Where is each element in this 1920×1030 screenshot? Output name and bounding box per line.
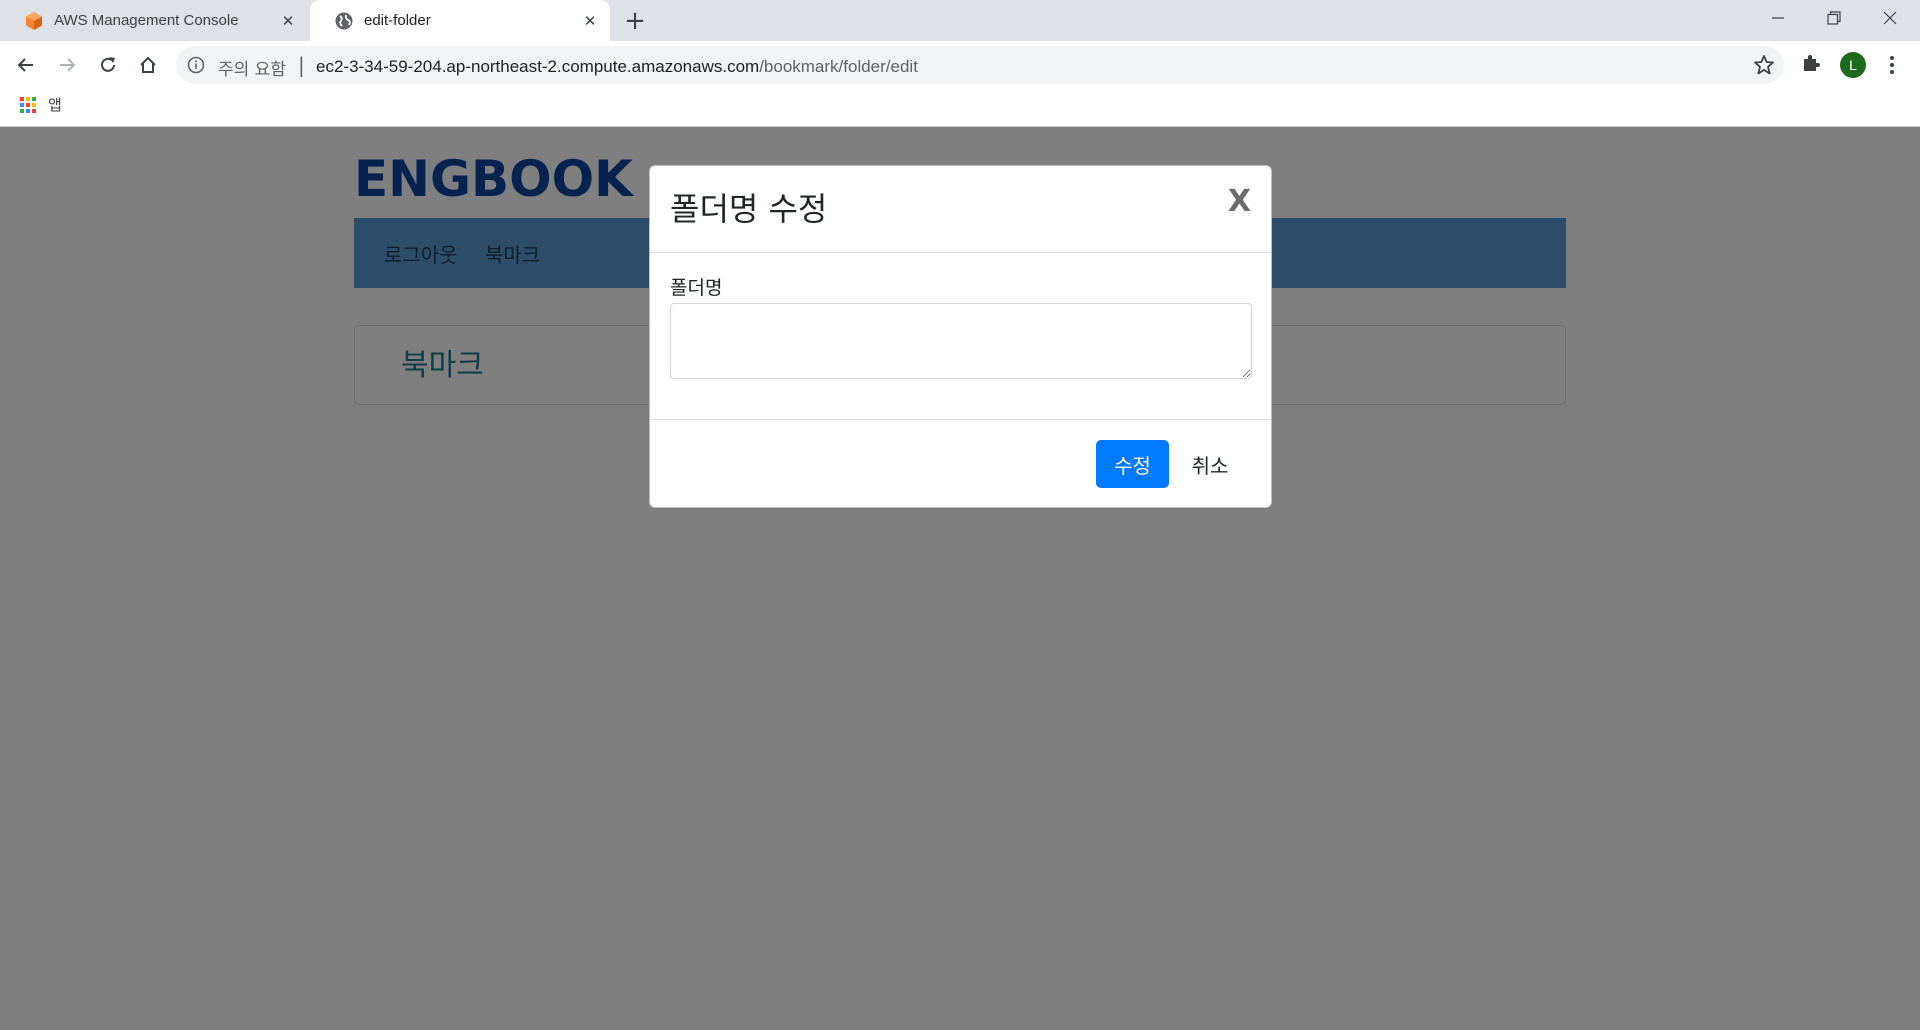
tab-close-icon[interactable]: ✕ bbox=[278, 11, 298, 31]
close-window-icon[interactable] bbox=[1862, 0, 1918, 36]
home-icon[interactable] bbox=[132, 49, 164, 81]
profile-avatar[interactable]: L bbox=[1840, 52, 1866, 78]
back-icon[interactable] bbox=[10, 49, 42, 81]
tab-aws-console[interactable]: AWS Management Console ✕ bbox=[0, 0, 308, 41]
modal-title: 폴더명 수정 bbox=[670, 190, 828, 228]
globe-icon bbox=[335, 12, 353, 29]
bookmark-star-icon[interactable] bbox=[1752, 53, 1776, 77]
tab-title: AWS Management Console bbox=[54, 12, 239, 29]
info-icon[interactable] bbox=[187, 56, 205, 74]
folder-name-label: 폴더명 bbox=[670, 277, 723, 299]
more-menu-icon[interactable] bbox=[1884, 52, 1900, 78]
url-path: /bookmark/folder/edit bbox=[759, 57, 918, 76]
cancel-button[interactable]: 취소 bbox=[1173, 440, 1247, 488]
url-text[interactable]: ec2-3-34-59-204.ap-northeast-2.compute.a… bbox=[316, 57, 918, 77]
security-warning-label[interactable]: 주의 요함 bbox=[218, 55, 286, 80]
reload-icon[interactable] bbox=[92, 49, 124, 81]
forward-icon[interactable] bbox=[51, 49, 83, 81]
submit-edit-button[interactable]: 수정 bbox=[1096, 440, 1169, 488]
apps-grid-icon[interactable] bbox=[19, 96, 37, 114]
url-host: ec2-3-34-59-204.ap-northeast-2.compute.a… bbox=[316, 57, 760, 76]
modal-header: 폴더명 수정 X bbox=[650, 166, 1271, 253]
folder-name-input[interactable] bbox=[670, 303, 1252, 379]
tab-edit-folder[interactable]: edit-folder ✕ bbox=[310, 0, 610, 41]
bookmarks-bar bbox=[0, 89, 1920, 127]
tab-close-icon[interactable]: ✕ bbox=[580, 11, 600, 31]
minimize-icon[interactable] bbox=[1750, 0, 1806, 36]
new-tab-icon[interactable]: + bbox=[622, 6, 648, 36]
apps-shortcut-label[interactable]: 앱 bbox=[48, 94, 62, 115]
tab-title: edit-folder bbox=[364, 12, 431, 29]
modal-footer: 수정 취소 bbox=[650, 419, 1271, 507]
omnibox-separator: | bbox=[298, 53, 305, 77]
extensions-puzzle-icon[interactable] bbox=[1800, 51, 1824, 75]
aws-cube-icon bbox=[26, 11, 42, 30]
modal-close-button[interactable]: X bbox=[1228, 184, 1251, 219]
address-bar[interactable]: 주의 요함 | ec2-3-34-59-204.ap-northeast-2.c… bbox=[176, 46, 1784, 84]
browser-toolbar: 주의 요함 | ec2-3-34-59-204.ap-northeast-2.c… bbox=[0, 41, 1920, 89]
edit-folder-modal: 폴더명 수정 X 폴더명 수정 취소 bbox=[649, 165, 1272, 508]
tab-strip: AWS Management Console ✕ edit-folder ✕ + bbox=[0, 0, 1920, 41]
restore-icon[interactable] bbox=[1806, 0, 1862, 36]
